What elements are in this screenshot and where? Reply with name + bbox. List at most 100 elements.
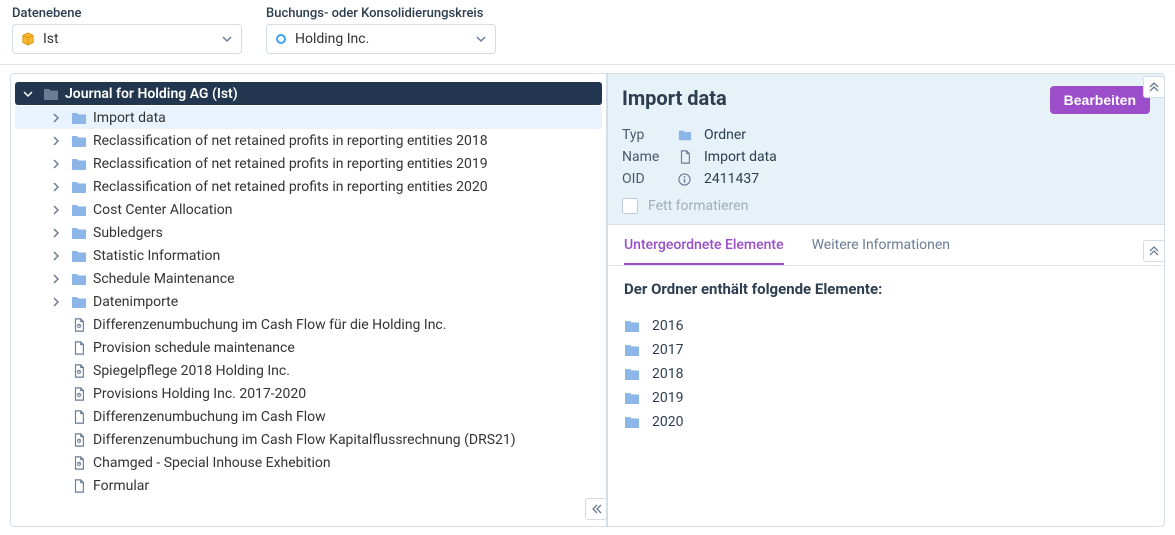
subfolder-item[interactable]: 2016 [624,314,1148,338]
folder-icon [71,134,87,148]
subfolder-item[interactable]: 2017 [624,338,1148,362]
subfolder-label: 2018 [652,366,683,382]
details-panel: Import data Bearbeiten Typ Ordner Name I… [607,73,1165,527]
tree-item[interactable]: Reclassification of net retained profits… [15,129,602,152]
folder-icon [624,391,640,405]
collapse-left-button[interactable] [585,498,607,520]
tree-item[interactable]: Differenzenumbuchung im Cash Flow für di… [15,313,602,336]
tree-item[interactable]: Datenimporte [15,290,602,313]
type-value: Ordner [704,127,746,143]
type-label: Typ [622,127,666,143]
company-value: Holding Inc. [295,31,369,47]
tree-root[interactable]: Journal for Holding AG (Ist) [15,82,602,105]
document-icon [71,341,87,355]
tree-item[interactable]: Differenzenumbuchung im Cash Flow Kapita… [15,428,602,451]
tree-item[interactable]: Provisions Holding Inc. 2017-2020 [15,382,602,405]
tree-item-label: Spiegelpflege 2018 Holding Inc. [93,361,598,381]
tab-more-info[interactable]: Weitere Informationen [812,225,950,265]
subfolder-label: 2019 [652,390,683,406]
tree-item-label: Reclassification of net retained profits… [93,177,598,197]
chevron-right-icon [51,297,65,307]
details-title: Import data [622,86,727,110]
folder-icon [71,272,87,286]
tree-item-label: Differenzenumbuchung im Cash Flow [93,407,598,427]
data-level-label: Datenebene [12,6,242,21]
chevron-down-icon [221,33,233,45]
subfolder-item[interactable]: 2020 [624,410,1148,434]
subfolder-item[interactable]: 2019 [624,386,1148,410]
subfolder-label: 2016 [652,318,683,334]
chevron-right-icon [51,228,65,238]
tree-item[interactable]: Formular [15,474,602,497]
tree-item[interactable]: Spiegelpflege 2018 Holding Inc. [15,359,602,382]
tree-panel: Journal for Holding AG (Ist) Import data… [10,73,607,527]
chevron-right-icon [51,136,65,146]
tree-item[interactable]: Cost Center Allocation [15,198,602,221]
folder-icon [678,128,692,142]
subfolder-label: 2017 [652,342,683,358]
folder-icon [624,415,640,429]
folder-icon [71,249,87,263]
tree-item[interactable]: Reclassification of net retained profits… [15,175,602,198]
detail-tabs: Untergeordnete Elemente Weitere Informat… [608,225,1164,266]
company-select[interactable]: Holding Inc. [266,24,496,54]
chevron-right-icon [51,274,65,284]
tree-item[interactable]: Provision schedule maintenance [15,336,602,359]
chevron-right-icon [51,251,65,261]
tree-item-label: Provisions Holding Inc. 2017-2020 [93,384,598,404]
collapse-right-button-mid[interactable] [1143,240,1165,262]
folder-icon [43,87,59,101]
tab-subelements[interactable]: Untergeordnete Elemente [624,225,784,265]
chevron-right-icon [51,182,65,192]
folder-icon [71,180,87,194]
collapse-right-button-top[interactable] [1143,76,1165,98]
tree-item-label: Statistic Information [93,246,598,266]
tree-item-label: Reclassification of net retained profits… [93,131,598,151]
meta-table: Typ Ordner Name Import data OID [622,124,1150,214]
data-level-field: Datenebene Ist [12,6,242,54]
subfolder-item[interactable]: 2018 [624,362,1148,386]
data-level-value: Ist [43,31,59,47]
chevron-right-icon [51,159,65,169]
tree-item-label: Provision schedule maintenance [93,338,598,358]
tree-item-label: Differenzenumbuchung im Cash Flow für di… [93,315,598,335]
tree-item-label: Schedule Maintenance [93,269,598,289]
data-level-select[interactable]: Ist [12,24,242,54]
oid-label: OID [622,171,666,187]
tree-item[interactable]: Schedule Maintenance [15,267,602,290]
document-icon [71,479,87,493]
bold-checkbox[interactable] [622,198,638,214]
main-content: Journal for Holding AG (Ist) Import data… [0,65,1175,535]
tree-item[interactable]: Subledgers [15,221,602,244]
tree-root-label: Journal for Holding AG (Ist) [65,84,598,104]
chevron-down-icon [475,33,487,45]
name-value: Import data [704,149,777,165]
tree-item[interactable]: Import data [15,106,602,129]
name-label: Name [622,149,666,165]
chevron-right-icon [51,205,65,215]
top-filter-bar: Datenebene Ist Buchungs- oder Konsolidie… [0,0,1175,65]
chevron-down-icon [23,89,37,99]
folder-icon [71,203,87,217]
document-icon [71,387,87,401]
folder-icon [71,111,87,125]
tab-body-heading: Der Ordner enthält folgende Elemente: [624,280,1148,298]
folder-icon [71,226,87,240]
folder-icon [71,157,87,171]
tree-item[interactable]: Reclassification of net retained profits… [15,152,602,175]
chevron-right-icon [51,113,65,123]
document-icon [71,318,87,332]
oid-value: 2411437 [704,171,759,187]
cube-icon [21,32,35,46]
tree-item-label: Reclassification of net retained profits… [93,154,598,174]
tree-item-label: Import data [93,108,598,128]
tree-item[interactable]: Statistic Information [15,244,602,267]
tree-item-label: Subledgers [93,223,598,243]
folder-icon [624,343,640,357]
tree-item[interactable]: Differenzenumbuchung im Cash Flow [15,405,602,428]
edit-button[interactable]: Bearbeiten [1050,86,1150,114]
folder-icon [624,319,640,333]
tree-item[interactable]: Chamged - Special Inhouse Exhebition [15,451,602,474]
details-header: Import data Bearbeiten Typ Ordner Name I… [608,74,1164,225]
circle-icon [275,33,287,45]
